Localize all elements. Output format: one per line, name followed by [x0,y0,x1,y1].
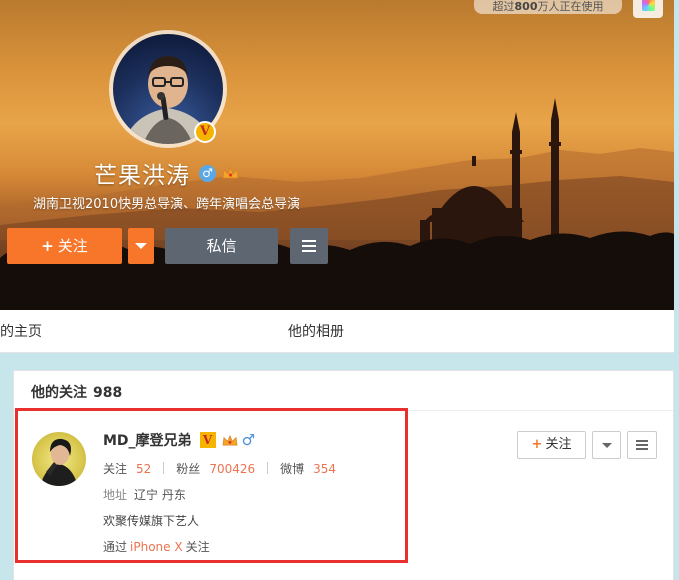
user-follow-dropdown[interactable] [592,431,621,459]
user-avatar[interactable] [32,432,86,486]
male-icon: ♂ [199,164,216,182]
device-link[interactable]: iPhone X [130,540,183,554]
follow-label: 关注 [57,237,88,255]
stat-following[interactable]: 关注 52 [103,460,151,477]
tab-home[interactable]: 的主页 [0,321,42,341]
user-description: 欢聚传媒旗下艺人 [103,514,200,528]
user-more-button[interactable] [627,431,657,459]
follow-button[interactable]: + 关注 [7,228,122,264]
follow-source: 通过 iPhone X 关注 [103,540,210,554]
following-title: 他的关注 988 [31,385,123,401]
following-card-header: 他的关注 988 [14,371,673,411]
user-follow-button[interactable]: + 关注 [517,431,586,459]
stat-fans[interactable]: 粉丝 700426 [176,460,255,477]
profile-name-row: 芒果洪涛 ♂ [94,157,239,189]
chevron-down-icon [602,443,612,448]
message-button[interactable]: 私信 [165,228,278,264]
stat-divider [163,462,165,474]
profile-tabs: 的主页 他的相册 [0,310,674,353]
users-count-badge: 超过800万人正在使用 [474,0,622,14]
crown-icon [222,166,239,179]
user-address: 地址 辽宁 丹东 [103,488,186,502]
profile-cover: 超过800万人正在使用 V 芒果洪涛 ♂ 湖南卫视2010快男总导演、跨年演唱会… [0,0,674,310]
user-avatar-portrait [40,438,78,486]
user-name[interactable]: MD_摩登兄弟 [103,430,192,450]
user-name-row: MD_摩登兄弟 V ♂ [103,430,255,450]
stat-weibo[interactable]: 微博 354 [280,460,336,477]
chevron-down-icon [135,243,147,249]
stat-divider [267,462,269,474]
skin-icon [642,0,655,11]
male-icon: ♂ [241,431,256,449]
following-count: 988 [93,385,123,401]
skin-button[interactable] [633,0,663,18]
plus-icon: + [531,437,543,452]
more-menu-button[interactable] [290,228,328,264]
user-stats: 关注 52 粉丝 700426 微博 354 [103,460,336,476]
profile-nickname: 芒果洪涛 [94,163,190,189]
follow-dropdown-button[interactable] [128,228,154,264]
crown-icon [222,434,237,446]
v-badge-icon: V [194,121,216,143]
tab-album[interactable]: 他的相册 [288,321,344,341]
profile-bio: 湖南卫视2010快男总导演、跨年演唱会总导演 [33,197,301,212]
plus-icon: + [41,237,54,255]
v-badge-icon: V [199,432,216,448]
